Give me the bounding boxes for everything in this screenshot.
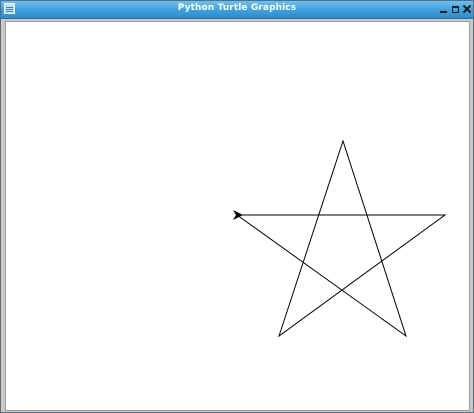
minimize-button[interactable] xyxy=(438,3,448,15)
close-button[interactable] xyxy=(462,3,472,15)
maximize-button[interactable] xyxy=(450,3,460,15)
window-title: Python Turtle Graphics xyxy=(177,3,297,13)
turtle-window: Python Turtle Graphics xyxy=(0,0,474,413)
turtle-canvas[interactable] xyxy=(5,21,470,411)
minimize-icon xyxy=(439,11,447,13)
maximize-icon xyxy=(451,5,459,13)
drawing-surface xyxy=(233,139,447,338)
title-bar[interactable]: Python Turtle Graphics xyxy=(1,1,473,19)
star-drawing xyxy=(236,139,447,338)
close-icon xyxy=(463,5,471,13)
